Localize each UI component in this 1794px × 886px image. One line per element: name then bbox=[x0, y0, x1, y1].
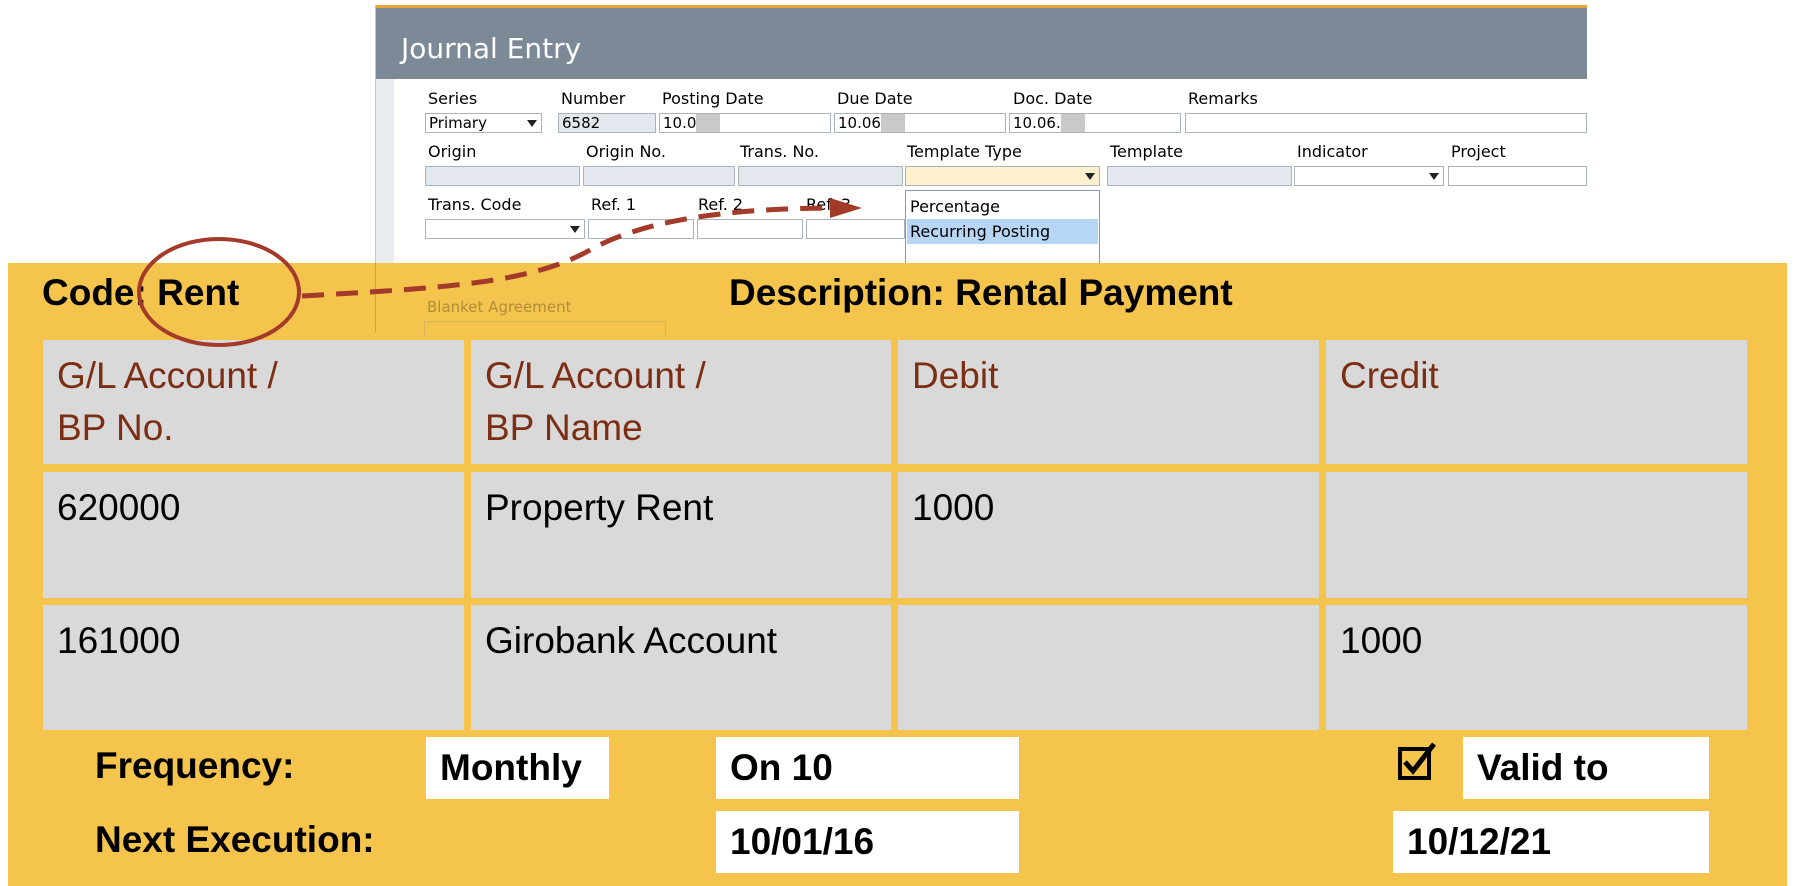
number-field[interactable]: 6582 bbox=[558, 113, 656, 133]
indicator-select[interactable] bbox=[1294, 166, 1444, 186]
table-header-credit: Credit bbox=[1326, 340, 1747, 464]
origin-no-label: Origin No. bbox=[586, 142, 667, 161]
table-header-debit: Debit bbox=[898, 340, 1319, 464]
due-date-value: 10.06 bbox=[838, 114, 881, 132]
ref1-label: Ref. 1 bbox=[591, 195, 637, 214]
table-cell bbox=[1326, 472, 1747, 598]
due-date-label: Due Date bbox=[837, 89, 913, 108]
trans-code-select[interactable] bbox=[425, 219, 585, 239]
remarks-label: Remarks bbox=[1188, 89, 1258, 108]
redacted-block bbox=[1060, 114, 1085, 132]
ref2-label: Ref. 2 bbox=[698, 195, 744, 214]
doc-date-value: 10.06. bbox=[1013, 114, 1061, 132]
series-select[interactable]: Primary bbox=[425, 113, 542, 133]
trans-no-label: Trans. No. bbox=[740, 142, 820, 161]
due-date-field[interactable]: 10.06 bbox=[834, 113, 1006, 133]
doc-date-label: Doc. Date bbox=[1013, 89, 1093, 108]
blanket-agreement-field bbox=[424, 321, 666, 336]
valid-to-label-box: Valid to bbox=[1463, 737, 1709, 799]
frequency-label: Frequency: bbox=[95, 745, 295, 786]
faded-window-area: Blanket Agreement bbox=[375, 263, 775, 336]
origin-no-field[interactable] bbox=[583, 166, 735, 186]
dropdown-option-percentage[interactable]: Percentage bbox=[910, 197, 1000, 216]
frequency-day-box: On 10 bbox=[716, 737, 1019, 799]
next-execution-label: Next Execution: bbox=[95, 819, 375, 860]
posting-date-field[interactable]: 10.0 bbox=[659, 113, 831, 133]
code-label: Code: Rent bbox=[42, 272, 240, 313]
doc-date-field[interactable]: 10.06. bbox=[1009, 113, 1181, 133]
ref2-field[interactable] bbox=[697, 219, 803, 239]
window-title: Journal Entry bbox=[401, 32, 582, 65]
chevron-down-icon bbox=[570, 226, 580, 233]
ref3-field[interactable] bbox=[806, 219, 905, 239]
origin-field[interactable] bbox=[425, 166, 580, 186]
trans-code-label: Trans. Code bbox=[428, 195, 522, 214]
checkbox-checked-icon bbox=[1398, 742, 1436, 780]
frequency-value-box: Monthly bbox=[426, 737, 609, 799]
window-titlebar: Journal Entry bbox=[376, 5, 1587, 79]
posting-date-label: Posting Date bbox=[662, 89, 764, 108]
table-cell: 161000 bbox=[43, 605, 464, 730]
table-cell bbox=[898, 605, 1319, 730]
table-cell: 620000 bbox=[43, 472, 464, 598]
ref3-label: Ref. 3 bbox=[806, 195, 852, 214]
indicator-label: Indicator bbox=[1297, 142, 1368, 161]
chevron-down-icon bbox=[1429, 173, 1439, 180]
chevron-down-icon bbox=[1085, 173, 1095, 180]
redacted-block bbox=[880, 114, 905, 132]
next-execution-value-box: 10/01/16 bbox=[716, 811, 1019, 873]
template-type-dropdown: Percentage Recurring Posting bbox=[905, 190, 1100, 270]
ref1-field[interactable] bbox=[588, 219, 694, 239]
description-label: Description: Rental Payment bbox=[729, 272, 1233, 313]
posting-date-value: 10.0 bbox=[663, 114, 697, 132]
dropdown-option-recurring-posting[interactable]: Recurring Posting bbox=[910, 222, 1050, 241]
blanket-agreement-label: Blanket Agreement bbox=[427, 298, 572, 316]
origin-label: Origin bbox=[428, 142, 477, 161]
project-field[interactable] bbox=[1448, 166, 1587, 186]
table-header-bp-name: G/L Account / BP Name bbox=[471, 340, 891, 464]
remarks-field[interactable] bbox=[1185, 113, 1587, 133]
number-label: Number bbox=[561, 89, 626, 108]
table-header-bp-no: G/L Account / BP No. bbox=[43, 340, 464, 464]
number-value: 6582 bbox=[562, 114, 601, 132]
table-cell: Property Rent bbox=[471, 472, 891, 598]
chevron-down-icon bbox=[527, 120, 537, 127]
table-cell: 1000 bbox=[1326, 605, 1747, 730]
redacted-block bbox=[696, 114, 721, 132]
valid-to-value-box: 10/12/21 bbox=[1393, 811, 1709, 873]
table-cell: 1000 bbox=[898, 472, 1319, 598]
series-value: Primary bbox=[429, 114, 487, 132]
template-label: Template bbox=[1110, 142, 1184, 161]
series-label: Series bbox=[428, 89, 478, 108]
trans-no-field[interactable] bbox=[738, 166, 903, 186]
template-type-label: Template Type bbox=[907, 142, 1022, 161]
table-cell: Girobank Account bbox=[471, 605, 891, 730]
template-field[interactable] bbox=[1107, 166, 1292, 186]
project-label: Project bbox=[1451, 142, 1506, 161]
template-type-select[interactable] bbox=[905, 166, 1100, 186]
